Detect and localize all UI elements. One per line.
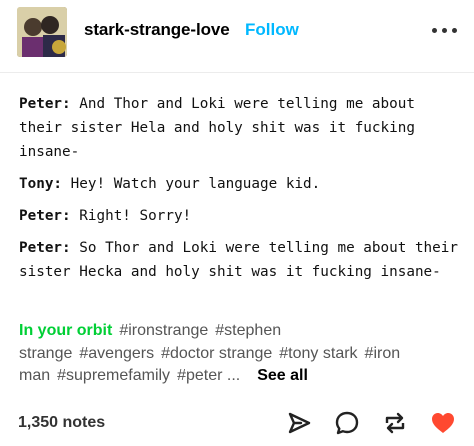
speaker-name: Tony:	[19, 176, 63, 192]
tag-link[interactable]: #supremefamily	[57, 367, 170, 384]
reblog-icon[interactable]	[382, 410, 408, 436]
dialogue-text: Right! Sorry!	[70, 208, 192, 224]
in-your-orbit-label: In your orbit	[19, 322, 113, 339]
author-username[interactable]: stark-strange-love	[84, 20, 230, 40]
dialogue-line: Peter: Right! Sorry!	[19, 204, 464, 228]
speaker-name: Peter:	[19, 96, 71, 112]
reply-icon[interactable]	[334, 410, 360, 436]
dialogue-text: So Thor and Loki were telling me about t…	[19, 240, 458, 280]
speaker-name: Peter:	[19, 240, 71, 256]
tag-link[interactable]: #peter ...	[177, 367, 240, 384]
header-divider	[0, 72, 474, 73]
like-heart-icon[interactable]	[430, 410, 456, 436]
tag-link[interactable]: #doctor strange	[161, 345, 272, 362]
share-icon[interactable]	[286, 410, 312, 436]
dialogue-text: Hey! Watch your language kid.	[62, 176, 321, 192]
author-avatar[interactable]	[17, 7, 67, 57]
dialogue-line: Peter: And Thor and Loki were telling me…	[19, 92, 464, 164]
see-all-tags-link[interactable]: See all	[257, 367, 308, 384]
tag-link[interactable]: #ironstrange	[119, 322, 208, 339]
speaker-name: Peter:	[19, 208, 71, 224]
post-body: Peter: And Thor and Loki were telling me…	[19, 92, 464, 292]
dialogue-line: Peter: So Thor and Loki were telling me …	[19, 236, 464, 284]
post-header: stark-strange-love Follow	[0, 0, 474, 62]
follow-button[interactable]: Follow	[245, 20, 299, 40]
tag-link[interactable]: #avengers	[79, 345, 154, 362]
post-footer: 1,350 notes	[0, 400, 474, 446]
dialogue-text: And Thor and Loki were telling me about …	[19, 96, 415, 160]
tags-section: In your orbit #ironstrange #stephen strang…	[19, 320, 464, 388]
dialogue-line: Tony: Hey! Watch your language kid.	[19, 172, 464, 196]
notes-count[interactable]: 1,350 notes	[18, 414, 105, 432]
tag-link[interactable]: #tony stark	[279, 345, 357, 362]
more-options-icon[interactable]	[428, 18, 462, 40]
